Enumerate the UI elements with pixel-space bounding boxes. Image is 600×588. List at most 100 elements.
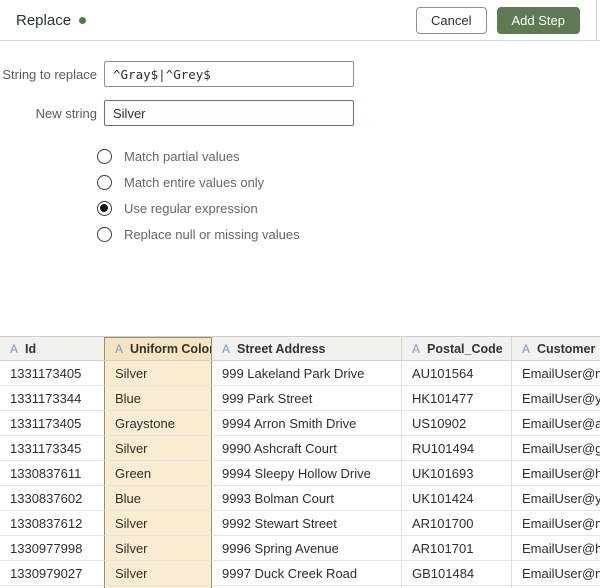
table-row: 1331173345 Silver 9990 Ashcraft Court RU101… <box>0 436 600 461</box>
table-cell: EmailUser@a <box>512 411 600 436</box>
table-cell: AR101701 <box>402 536 512 561</box>
radio-selected-icon[interactable] <box>97 200 112 216</box>
table-cell: 1331173405 <box>0 411 105 436</box>
table-cell: Green <box>104 461 212 486</box>
table-cell: Blue <box>104 386 212 411</box>
column-header-customer[interactable]: A Customer <box>512 337 600 360</box>
table-cell: 9997 Duck Creek Road <box>212 561 402 586</box>
table-cell: EmailUser@m <box>512 561 600 586</box>
table-cell: EmailUser@y <box>512 486 600 511</box>
table-cell: 9994 Arron Smith Drive <box>212 411 402 436</box>
table-row: 1330837612 Silver 9992 Stewart Street AR101… <box>0 511 600 536</box>
table-cell: 1330837612 <box>0 511 105 536</box>
header-actions: Cancel Add Step <box>416 6 580 34</box>
table-cell: EmailUser@h <box>512 536 600 561</box>
table-row: 1330837602 Blue 9993 Bolman Court UK101424 E… <box>0 486 600 511</box>
radio-option-2[interactable]: Use regular expression <box>97 200 600 216</box>
text-type-icon: A <box>412 341 421 356</box>
table-cell: EmailUser@g <box>512 436 600 461</box>
column-header-uniform-color[interactable]: A Uniform Color <box>104 337 212 360</box>
panel-divider <box>596 0 597 41</box>
table-cell: UK101693 <box>402 461 512 486</box>
string-to-replace-input[interactable] <box>104 61 354 87</box>
table-row: 1331173344 Blue 999 Park Street HK101477 Ema… <box>0 386 600 411</box>
table-cell: 1330979027 <box>0 561 105 586</box>
table-cell: Silver <box>104 436 212 461</box>
dialog-header: Replace Cancel Add Step <box>0 0 600 41</box>
add-step-button[interactable]: Add Step <box>496 6 580 34</box>
text-type-icon: A <box>522 341 531 356</box>
radio-option-label: Match partial values <box>124 148 240 164</box>
table-cell: AR101700 <box>402 511 512 536</box>
string-to-replace-label: String to replace <box>2 66 97 82</box>
table-cell: 999 Park Street <box>212 386 402 411</box>
table-cell: 1330837602 <box>0 486 105 511</box>
text-type-icon: A <box>222 341 231 356</box>
table-cell: HK101477 <box>402 386 512 411</box>
table-body: 1331173405 Silver 999 Lakeland Park Drive A… <box>0 361 600 588</box>
new-string-label: New string <box>35 105 97 121</box>
radio-unselected-icon[interactable] <box>97 226 112 242</box>
radio-unselected-icon[interactable] <box>97 148 112 164</box>
table-cell: Silver <box>104 361 212 386</box>
radio-option-label: Match entire values only <box>124 174 265 190</box>
table-cell: RU101494 <box>402 436 512 461</box>
string-to-replace-row: String to replace <box>0 61 600 87</box>
table-cell: Silver <box>104 511 212 536</box>
table-cell: 9992 Stewart Street <box>212 511 402 536</box>
table-cell: US10902 <box>402 411 512 436</box>
column-header-street-address[interactable]: A Street Address <box>212 337 402 360</box>
radio-option-0[interactable]: Match partial values <box>97 148 600 164</box>
table-cell: EmailUser@h <box>512 461 600 486</box>
table-cell: EmailUser@m <box>512 511 600 536</box>
column-header-id[interactable]: A Id <box>0 337 105 360</box>
table-cell: UK101424 <box>402 486 512 511</box>
column-header-postal-code[interactable]: A Postal_Code <box>402 337 512 360</box>
table-cell: 9996 Spring Avenue <box>212 536 402 561</box>
text-type-icon: A <box>115 342 124 356</box>
radio-option-3[interactable]: Replace null or missing values <box>97 226 600 242</box>
table-row: 1330977998 Silver 9996 Spring Avenue AR1017… <box>0 536 600 561</box>
table-cell: 1330837611 <box>0 461 105 486</box>
column-header-label: Street Address <box>237 341 326 356</box>
column-header-label: Id <box>25 341 37 356</box>
table-cell: 1331173344 <box>0 386 105 411</box>
data-preview-table: A Id A Uniform Color A Street Address A Postal_… <box>0 336 600 588</box>
page-title: Replace <box>16 11 72 29</box>
column-header-label: Postal_Code <box>427 341 503 356</box>
column-header-label: Customer <box>537 341 596 356</box>
table-row: 1331173405 Graystone 9994 Arron Smith Driv… <box>0 411 600 436</box>
cancel-button[interactable]: Cancel <box>416 6 487 34</box>
table-cell: Graystone <box>104 411 212 436</box>
radio-option-label: Replace null or missing values <box>124 226 300 242</box>
table-cell: Blue <box>104 486 212 511</box>
new-string-input[interactable] <box>104 100 354 126</box>
table-cell: AU101564 <box>402 361 512 386</box>
table-cell: 1331173345 <box>0 436 105 461</box>
new-string-row: New string <box>0 100 600 126</box>
replace-step-dialog: Replace Cancel Add Step String to replac… <box>0 0 600 588</box>
table-row: 1331173405 Silver 999 Lakeland Park Drive A… <box>0 361 600 386</box>
table-cell: 9994 Sleepy Hollow Drive <box>212 461 402 486</box>
radio-option-1[interactable]: Match entire values only <box>97 174 600 190</box>
match-options-radio-group: Match partial values Match entire values … <box>97 148 600 242</box>
replace-form: String to replace New string Match parti… <box>0 41 600 242</box>
table-cell: 999 Lakeland Park Drive <box>212 361 402 386</box>
table-cell: 1331173405 <box>0 361 105 386</box>
column-header-label: Uniform Color <box>130 342 212 356</box>
table-cell: EmailUser@m <box>512 361 600 386</box>
text-type-icon: A <box>10 341 19 356</box>
table-row: 1330837611 Green 9994 Sleepy Hollow Drive U… <box>0 461 600 486</box>
table-cell: 1330977998 <box>0 536 105 561</box>
unsaved-indicator-dot <box>79 16 87 24</box>
table-row: 1330979027 Silver 9997 Duck Creek Road GB10… <box>0 561 600 586</box>
table-cell: Silver <box>104 561 212 586</box>
table-cell: GB101484 <box>402 561 512 586</box>
table-cell: Silver <box>104 536 212 561</box>
radio-option-label: Use regular expression <box>124 200 258 216</box>
table-cell: 9993 Bolman Court <box>212 486 402 511</box>
table-cell: 9990 Ashcraft Court <box>212 436 402 461</box>
radio-unselected-icon[interactable] <box>97 174 112 190</box>
table-header-row: A Id A Uniform Color A Street Address A Postal_… <box>0 337 600 361</box>
table-cell: EmailUser@y <box>512 386 600 411</box>
